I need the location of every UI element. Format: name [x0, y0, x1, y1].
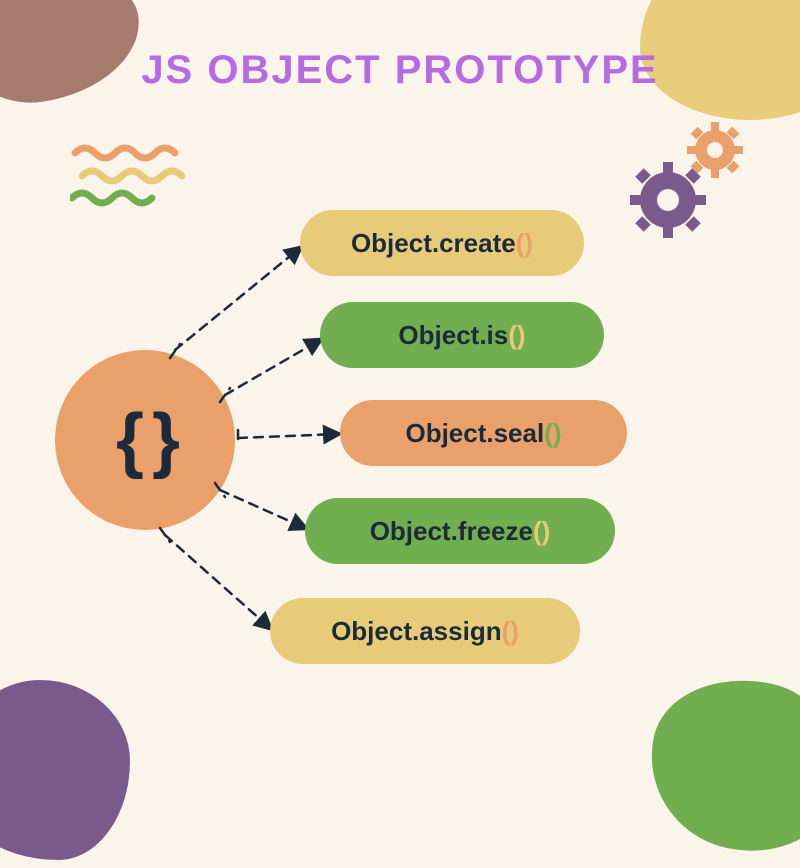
- method-parens: (): [544, 418, 561, 449]
- blob-bottomleft: [0, 680, 130, 860]
- braces-icon: { }: [116, 399, 174, 481]
- squiggle-icon: [70, 138, 210, 218]
- method-name: Object.create: [351, 228, 516, 259]
- method-parens: (): [508, 320, 525, 351]
- page-title: JS OBJECT PROTOTYPE: [0, 48, 800, 93]
- method-pill-create: Object.create(): [300, 210, 584, 276]
- method-pill-seal: Object.seal(): [340, 400, 627, 466]
- method-name: Object.seal: [405, 418, 544, 449]
- method-parens: (): [516, 228, 533, 259]
- blob-bottomright: [634, 662, 800, 868]
- method-pill-assign: Object.assign(): [270, 598, 580, 664]
- method-parens: (): [533, 516, 550, 547]
- gears-icon: [620, 120, 760, 250]
- method-name: Object.is: [398, 320, 508, 351]
- method-pill-is: Object.is(): [320, 302, 604, 368]
- method-name: Object.freeze: [370, 516, 533, 547]
- method-name: Object.assign: [331, 616, 502, 647]
- method-pill-freeze: Object.freeze(): [305, 498, 615, 564]
- object-circle: { }: [55, 350, 235, 530]
- method-parens: (): [502, 616, 519, 647]
